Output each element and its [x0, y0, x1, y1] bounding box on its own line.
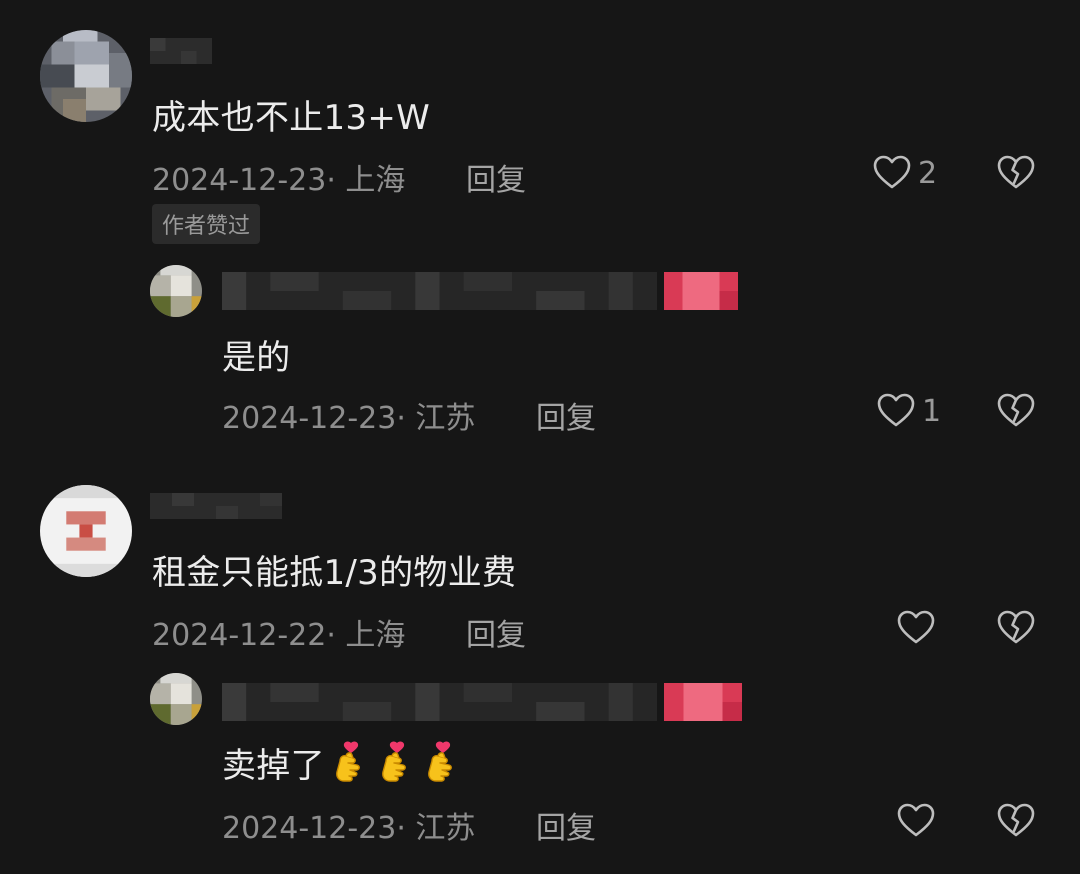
broken-heart-icon[interactable] [996, 801, 1036, 841]
comment-meta: 2024-12-23· 上海 [152, 163, 406, 198]
reply-username-blurred[interactable] [222, 272, 657, 310]
finger-heart-emoji [423, 740, 463, 795]
like-button[interactable]: 1 [876, 391, 941, 431]
avatar[interactable] [150, 265, 202, 317]
reply-button[interactable]: 回复 [466, 155, 526, 199]
username-blurred[interactable] [150, 493, 282, 519]
avatar[interactable] [150, 673, 202, 725]
reply-text: 是的 [222, 338, 291, 378]
broken-heart-icon[interactable] [996, 153, 1036, 193]
finger-heart-emoji [331, 740, 371, 795]
like-count: 1 [922, 393, 942, 429]
author-tag-blurred [664, 683, 742, 721]
like-button[interactable] [896, 608, 936, 648]
reply-button[interactable]: 回复 [466, 610, 526, 654]
reply-text-row: 卖掉了 [222, 738, 463, 795]
avatar[interactable] [40, 485, 132, 577]
reply-username-blurred[interactable] [222, 683, 657, 721]
reply-meta: 2024-12-23· 江苏 [222, 401, 476, 436]
like-count: 2 [918, 155, 938, 191]
heart-outline-icon [896, 608, 936, 648]
heart-outline-icon [872, 153, 912, 193]
like-button[interactable]: 2 [872, 153, 937, 193]
author-liked-badge: 作者赞过 [152, 204, 261, 244]
reply-text: 卖掉了 [222, 746, 325, 786]
heart-outline-icon [876, 391, 916, 431]
author-tag-blurred [664, 272, 738, 310]
avatar[interactable] [40, 30, 132, 122]
reply-meta: 2024-12-23· 江苏 [222, 811, 476, 846]
comment-meta: 2024-12-22· 上海 [152, 618, 406, 653]
finger-heart-emoji [377, 740, 417, 795]
reply-button[interactable]: 回复 [536, 393, 596, 437]
username-blurred[interactable] [150, 38, 212, 64]
like-button[interactable] [896, 801, 936, 841]
comment-text: 成本也不止13+W [152, 98, 431, 138]
broken-heart-icon[interactable] [996, 391, 1036, 431]
reply-button[interactable]: 回复 [536, 803, 596, 847]
comment-text: 租金只能抵1/3的物业费 [152, 553, 517, 593]
broken-heart-icon[interactable] [996, 608, 1036, 648]
heart-outline-icon [896, 801, 936, 841]
